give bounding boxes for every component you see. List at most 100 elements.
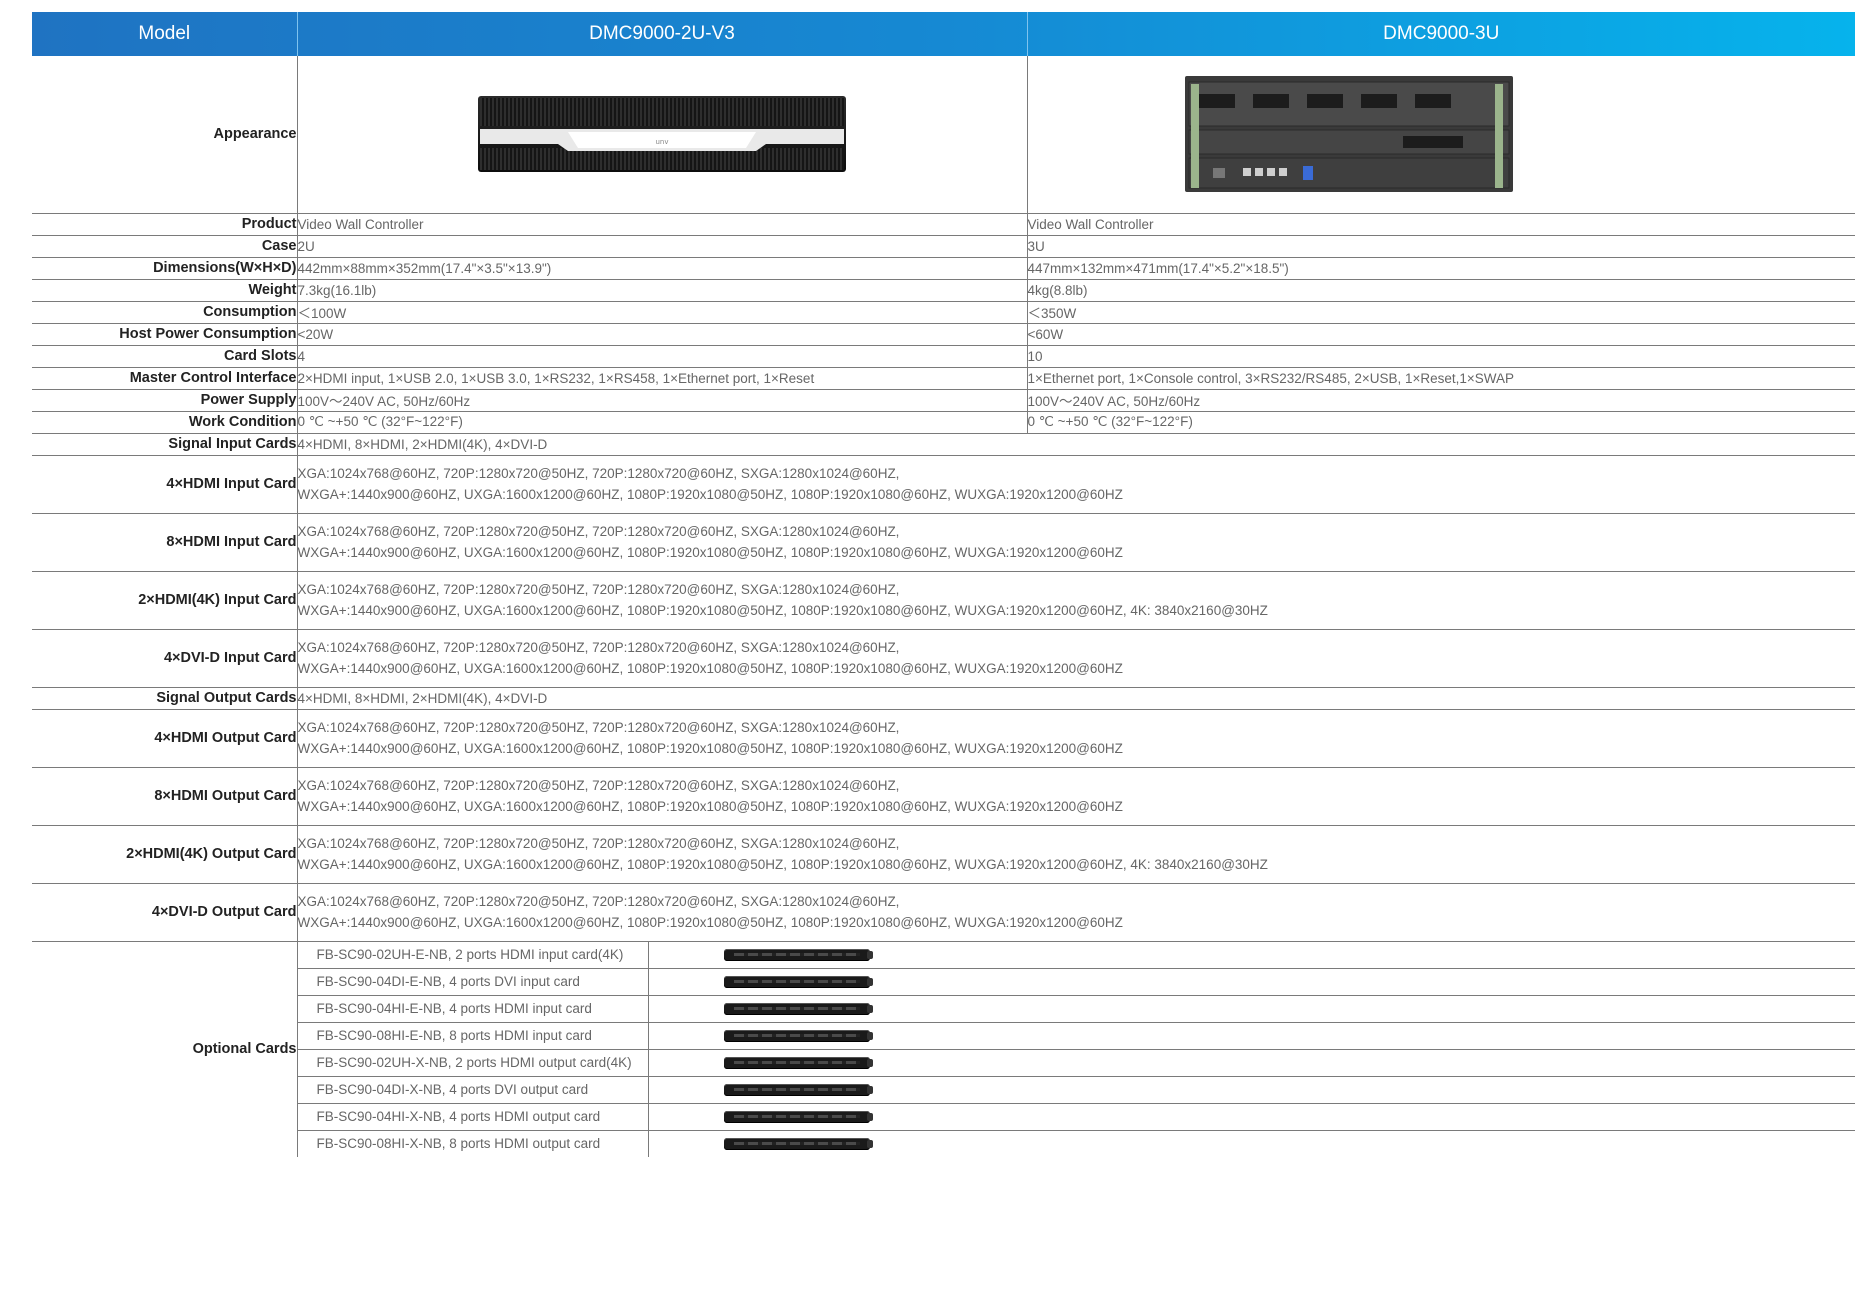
work-condition-2u-value: 0 ℃ ~+50 ℃ (32°F~122°F) — [297, 411, 1028, 434]
dimensions-label: Dimensions(W×H×D) — [32, 257, 298, 280]
consumption-row: Consumption ＜100W ＜350W — [32, 301, 1855, 324]
dimensions-3u-value: 447mm×132mm×471mm(17.4"×5.2"×18.5") — [1027, 257, 1855, 280]
appearance-row: Appearance unv — [32, 56, 1855, 214]
hdmi4-output-row: 4×HDMI Output Card XGA:1024x768@60HZ, 72… — [32, 709, 1855, 768]
hdmi4k-input-line1: XGA:1024x768@60HZ, 720P:1280x720@50HZ, 7… — [297, 582, 900, 597]
optional-card-item: FB-SC90-08HI-E-NB, 8 ports HDMI input ca… — [297, 1022, 1855, 1050]
dvid4-input-label: 4×DVI-D Input Card — [32, 629, 298, 688]
model-2u-header: DMC9000-2U-V3 — [297, 12, 1028, 56]
output-card-image — [723, 1056, 873, 1069]
hdmi4k-output-line1: XGA:1024x768@60HZ, 720P:1280x720@50HZ, 7… — [297, 836, 900, 851]
card-slots-row: Card Slots 4 10 — [32, 345, 1855, 368]
optional-card-item: FB-SC90-04DI-X-NB, 4 ports DVI output ca… — [297, 1076, 1855, 1104]
consumption-label: Consumption — [32, 301, 298, 324]
dvid4-input-line1: XGA:1024x768@60HZ, 720P:1280x720@50HZ, 7… — [297, 640, 900, 655]
dimensions-2u-value: 442mm×88mm×352mm(17.4"×3.5"×13.9") — [297, 257, 1028, 280]
case-label: Case — [32, 235, 298, 258]
optional-card-name: FB-SC90-04DI-X-NB, 4 ports DVI output ca… — [297, 1076, 649, 1104]
dimensions-row: Dimensions(W×H×D) 442mm×88mm×352mm(17.4"… — [32, 257, 1855, 280]
master-control-label: Master Control Interface — [32, 367, 298, 390]
signal-output-cards-row: Signal Output Cards 4×HDMI, 8×HDMI, 2×HD… — [32, 687, 1855, 710]
hdmi4k-input-line2: WXGA+:1440x900@60HZ, UXGA:1600x1200@60HZ… — [297, 603, 1268, 618]
hdmi8-output-line2: WXGA+:1440x900@60HZ, UXGA:1600x1200@60HZ… — [297, 799, 1123, 814]
case-row: Case 2U 3U — [32, 235, 1855, 258]
spec-table: Model DMC9000-2U-V3 DMC9000-3U Appearanc… — [32, 12, 1855, 1157]
host-power-row: Host Power Consumption <20W <60W — [32, 323, 1855, 346]
input-card-image — [723, 1002, 873, 1015]
spec-sheet: Model DMC9000-2U-V3 DMC9000-3U Appearanc… — [32, 12, 1855, 1157]
optional-card-item: FB-SC90-08HI-X-NB, 8 ports HDMI output c… — [297, 1130, 1856, 1157]
output-card-image — [723, 1110, 873, 1123]
weight-3u-value: 4kg(8.8lb) — [1027, 279, 1855, 302]
hdmi8-input-value: XGA:1024x768@60HZ, 720P:1280x720@50HZ, 7… — [297, 513, 1855, 572]
hdmi4k-input-row: 2×HDMI(4K) Input Card XGA:1024x768@60HZ,… — [32, 571, 1855, 630]
hdmi4k-output-row: 2×HDMI(4K) Output Card XGA:1024x768@60HZ… — [32, 825, 1855, 884]
hdmi4-input-label: 4×HDMI Input Card — [32, 455, 298, 514]
output-card-image — [723, 1137, 873, 1150]
dvid4-input-line2: WXGA+:1440x900@60HZ, UXGA:1600x1200@60HZ… — [297, 661, 1123, 676]
signal-input-cards-row: Signal Input Cards 4×HDMI, 8×HDMI, 2×HDM… — [32, 433, 1855, 456]
input-card-image — [723, 948, 873, 961]
power-supply-label: Power Supply — [32, 389, 298, 412]
weight-2u-value: 7.3kg(16.1lb) — [297, 279, 1028, 302]
product-label: Product — [32, 213, 298, 236]
weight-label: Weight — [32, 279, 298, 302]
optional-card-item: FB-SC90-02UH-E-NB, 2 ports HDMI input ca… — [297, 941, 1855, 969]
case-3u-value: 3U — [1027, 235, 1855, 258]
hdmi4k-input-label: 2×HDMI(4K) Input Card — [32, 571, 298, 630]
signal-output-cards-label: Signal Output Cards — [32, 687, 298, 710]
consumption-3u-value: ＜350W — [1027, 301, 1855, 324]
case-2u-value: 2U — [297, 235, 1028, 258]
hdmi4k-output-value: XGA:1024x768@60HZ, 720P:1280x720@50HZ, 7… — [297, 825, 1855, 884]
hdmi8-input-line1: XGA:1024x768@60HZ, 720P:1280x720@50HZ, 7… — [297, 524, 900, 539]
appearance-3u-cell — [1027, 56, 1855, 214]
optional-cards-cell: FB-SC90-02UH-E-NB, 2 ports HDMI input ca… — [297, 941, 1855, 1157]
hdmi4-output-label: 4×HDMI Output Card — [32, 709, 298, 768]
output-card-image — [723, 1083, 873, 1096]
appearance-2u-cell: unv — [297, 56, 1028, 214]
appearance-label: Appearance — [32, 56, 298, 214]
card-slots-label: Card Slots — [32, 345, 298, 368]
optional-card-item: FB-SC90-04HI-E-NB, 4 ports HDMI input ca… — [297, 995, 1855, 1023]
host-power-3u-value: <60W — [1027, 323, 1855, 346]
signal-input-cards-value: 4×HDMI, 8×HDMI, 2×HDMI(4K), 4×DVI-D — [297, 433, 1855, 456]
hdmi4-input-row: 4×HDMI Input Card XGA:1024x768@60HZ, 720… — [32, 455, 1855, 514]
model-header: Model — [32, 12, 298, 56]
master-control-2u-value: 2×HDMI input, 1×USB 2.0, 1×USB 3.0, 1×RS… — [297, 367, 1028, 390]
optional-card-name: FB-SC90-08HI-E-NB, 8 ports HDMI input ca… — [297, 1022, 649, 1050]
hdmi8-output-line1: XGA:1024x768@60HZ, 720P:1280x720@50HZ, 7… — [297, 778, 900, 793]
dvid4-output-line1: XGA:1024x768@60HZ, 720P:1280x720@50HZ, 7… — [297, 894, 900, 909]
hdmi8-output-label: 8×HDMI Output Card — [32, 767, 298, 826]
optional-card-name: FB-SC90-04HI-X-NB, 4 ports HDMI output c… — [297, 1103, 649, 1131]
optional-card-name: FB-SC90-02UH-X-NB, 2 ports HDMI output c… — [297, 1049, 649, 1077]
hdmi8-output-row: 8×HDMI Output Card XGA:1024x768@60HZ, 72… — [32, 767, 1855, 826]
hdmi4-input-line2: WXGA+:1440x900@60HZ, UXGA:1600x1200@60HZ… — [297, 487, 1123, 502]
hdmi8-input-line2: WXGA+:1440x900@60HZ, UXGA:1600x1200@60HZ… — [297, 545, 1123, 560]
dvid4-output-label: 4×DVI-D Output Card — [32, 883, 298, 942]
work-condition-row: Work Condition 0 ℃ ~+50 ℃ (32°F~122°F) 0… — [32, 411, 1855, 434]
master-control-3u-value: 1×Ethernet port, 1×Console control, 3×RS… — [1027, 367, 1855, 390]
master-control-row: Master Control Interface 2×HDMI input, 1… — [32, 367, 1855, 390]
svg-text:unv: unv — [655, 138, 668, 146]
hdmi8-input-row: 8×HDMI Input Card XGA:1024x768@60HZ, 720… — [32, 513, 1855, 572]
product-3u-value: Video Wall Controller — [1027, 213, 1855, 236]
hdmi4-output-line1: XGA:1024x768@60HZ, 720P:1280x720@50HZ, 7… — [297, 720, 900, 735]
product-2u-value: Video Wall Controller — [297, 213, 1028, 236]
dvid4-output-row: 4×DVI-D Output Card XGA:1024x768@60HZ, 7… — [32, 883, 1855, 942]
power-supply-row: Power Supply 100V～240V AC, 50Hz/60Hz 100… — [32, 389, 1855, 412]
hdmi4-output-line2: WXGA+:1440x900@60HZ, UXGA:1600x1200@60HZ… — [297, 741, 1123, 756]
card-slots-2u-value: 4 — [297, 345, 1028, 368]
optional-card-name: FB-SC90-08HI-X-NB, 8 ports HDMI output c… — [297, 1130, 649, 1157]
work-condition-3u-value: 0 ℃ ~+50 ℃ (32°F~122°F) — [1027, 411, 1855, 434]
optional-cards-label: Optional Cards — [32, 941, 298, 1157]
dvid4-output-value: XGA:1024x768@60HZ, 720P:1280x720@50HZ, 7… — [297, 883, 1855, 942]
header-row: Model DMC9000-2U-V3 DMC9000-3U — [32, 12, 1855, 56]
work-condition-label: Work Condition — [32, 411, 298, 434]
host-power-label: Host Power Consumption — [32, 323, 298, 346]
dmc9000-3u-device-image — [1184, 76, 1513, 193]
optional-card-item: FB-SC90-04DI-E-NB, 4 ports DVI input car… — [297, 968, 1855, 996]
hdmi4k-output-label: 2×HDMI(4K) Output Card — [32, 825, 298, 884]
optional-card-name: FB-SC90-02UH-E-NB, 2 ports HDMI input ca… — [297, 941, 649, 969]
dmc9000-2u-device-image: unv — [478, 96, 846, 173]
power-supply-3u-value: 100V～240V AC, 50Hz/60Hz — [1027, 389, 1855, 412]
